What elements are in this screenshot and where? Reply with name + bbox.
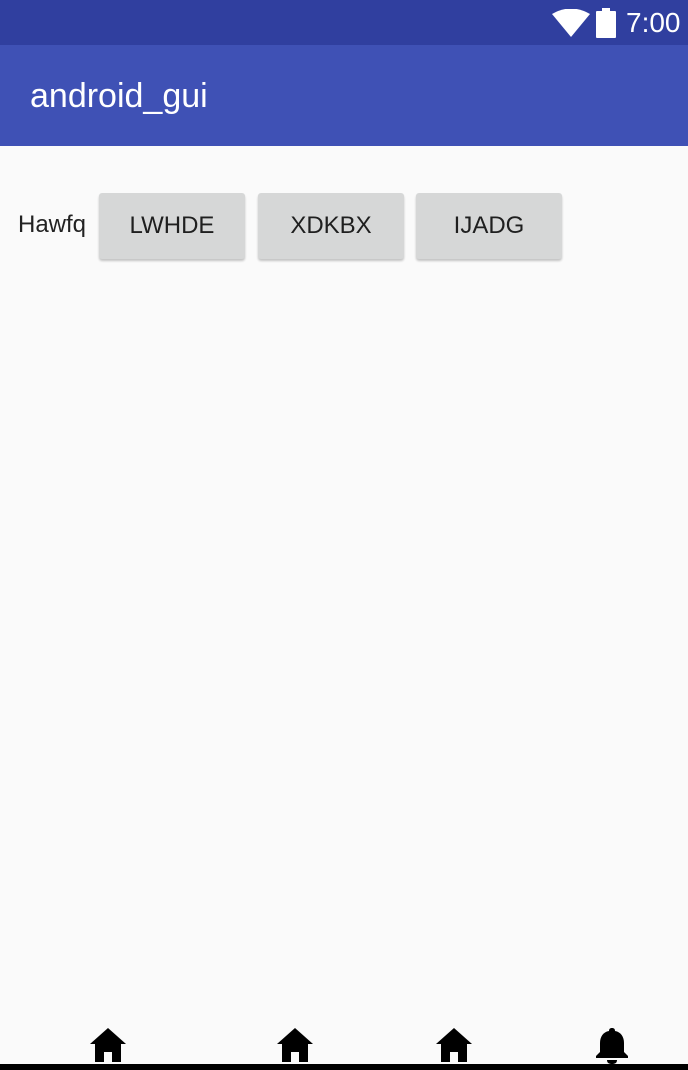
wifi-icon <box>552 9 590 37</box>
status-clock: 7:00 <box>626 7 681 38</box>
bottom-divider <box>0 1064 688 1070</box>
ijadg-button[interactable]: IJADG <box>416 193 562 259</box>
bell-icon[interactable] <box>592 1026 632 1064</box>
row-label: Hawfq <box>18 211 87 238</box>
xdkbx-button[interactable]: XDKBX <box>258 193 404 259</box>
home-icon[interactable] <box>88 1026 128 1064</box>
main-content: Hawfq LWHDE XDKBX IJADG <box>0 146 688 1026</box>
bottom-navigation <box>0 1020 688 1064</box>
app-title: android_gui <box>30 77 208 115</box>
status-bar: 7:00 <box>0 0 688 45</box>
home-icon[interactable] <box>275 1026 315 1064</box>
home-icon[interactable] <box>434 1026 474 1064</box>
battery-icon <box>596 8 616 38</box>
app-bar: android_gui <box>0 45 688 146</box>
lwhde-button[interactable]: LWHDE <box>99 193 245 259</box>
